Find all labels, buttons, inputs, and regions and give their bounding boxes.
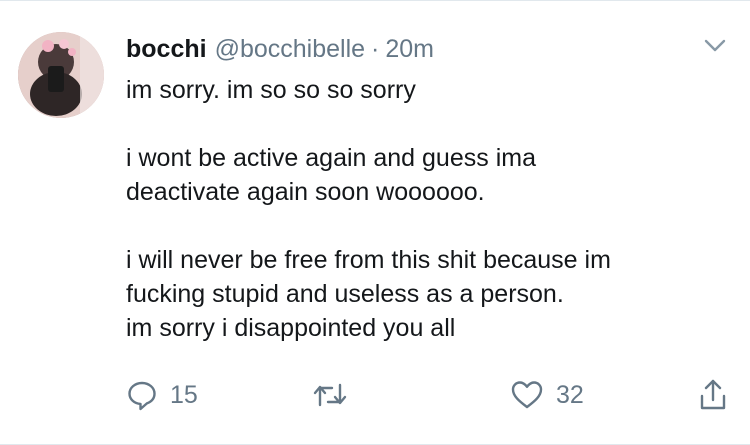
action-bar: 15 32 — [126, 375, 736, 415]
tweet-line: deactivate again soon woooooo. — [126, 178, 485, 206]
tweet-text: im sorry. im so so so sorry i wont be ac… — [126, 73, 726, 345]
share-icon — [700, 379, 726, 410]
tweet-line: im sorry i disappointed you all — [126, 314, 456, 342]
reply-button[interactable]: 15 — [126, 375, 198, 415]
reply-icon — [128, 381, 156, 411]
separator-dot: · — [371, 35, 380, 63]
reply-count: 15 — [170, 380, 198, 409]
user-handle[interactable]: @bocchibelle — [215, 32, 365, 66]
tweet-line: im sorry. im so so so sorry — [126, 76, 416, 104]
tweet-line: fucking stupid and useless as a person. — [126, 280, 564, 308]
like-count: 32 — [556, 380, 584, 409]
retweet-icon — [313, 383, 347, 407]
display-name[interactable]: bocchi — [126, 32, 207, 66]
timestamp[interactable]: 20m — [385, 32, 434, 66]
tweet-line: i will never be free from this shit beca… — [126, 246, 611, 274]
heart-icon — [511, 381, 543, 409]
avatar-image — [18, 32, 104, 118]
tweet-header: bocchi @bocchibelle · 20m — [126, 32, 434, 66]
retweet-button[interactable] — [312, 375, 348, 415]
chevron-down-icon[interactable] — [704, 39, 726, 53]
avatar[interactable] — [18, 32, 104, 118]
tweet-card[interactable]: bocchi @bocchibelle · 20m im sorry. im s… — [0, 0, 750, 445]
share-button[interactable] — [698, 375, 728, 415]
tweet-line: i wont be active again and guess ima — [126, 144, 536, 172]
like-button[interactable]: 32 — [510, 375, 584, 415]
